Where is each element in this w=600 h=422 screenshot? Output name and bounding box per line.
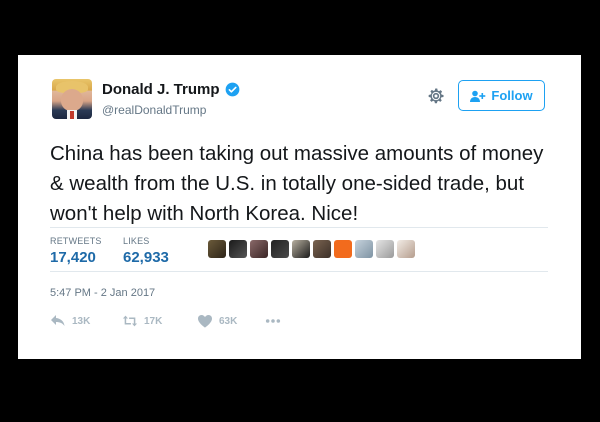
liker-avatar[interactable] [229,240,247,258]
more-action[interactable] [265,318,281,324]
reply-count: 13K [72,315,91,327]
retweet-icon [122,315,138,327]
retweets-count: 17,420 [50,249,96,266]
liker-avatar[interactable] [208,240,226,258]
liker-avatar[interactable] [397,240,415,258]
follow-button-label: Follow [491,88,533,103]
more-icon [265,319,281,323]
tweet-card: Donald J. Trump @realDonaldTrump Follow … [18,55,581,359]
liker-avatar[interactable] [334,240,352,258]
author-name-row[interactable]: Donald J. Trump [102,81,240,98]
liker-avatar[interactable] [376,240,394,258]
divider-top [50,227,548,228]
retweets-label: RETWEETS [50,236,102,246]
avatar-face [61,89,83,111]
liker-avatars [208,240,415,258]
heart-icon [198,315,212,328]
likes-stat[interactable]: LIKES 62,933 [123,236,169,266]
liker-avatar[interactable] [250,240,268,258]
retweet-count: 17K [144,315,163,327]
like-count: 63K [219,315,238,327]
avatar[interactable] [52,79,92,119]
tweet-actions: 13K 17K 63K [50,314,281,328]
liker-avatar[interactable] [292,240,310,258]
author-handle[interactable]: @realDonaldTrump [102,103,206,117]
follow-button[interactable]: Follow [458,80,545,111]
divider-bottom [50,271,548,272]
retweet-action[interactable]: 17K [122,314,197,328]
add-user-icon [470,90,486,102]
tweet-timestamp[interactable]: 5:47 PM - 2 Jan 2017 [50,287,155,299]
reply-icon [51,315,65,326]
likes-label: LIKES [123,236,150,246]
verified-badge-icon [225,82,239,97]
reply-action[interactable]: 13K [50,314,122,328]
tweet-text: China has been taking out massive amount… [50,142,544,225]
author-display-name[interactable]: Donald J. Trump [102,81,220,98]
liker-avatar[interactable] [313,240,331,258]
likes-count: 62,933 [123,249,169,266]
gear-icon[interactable] [426,86,446,106]
liker-avatar[interactable] [355,240,373,258]
like-action[interactable]: 63K [197,314,265,328]
liker-avatar[interactable] [271,240,289,258]
retweets-stat[interactable]: RETWEETS 17,420 [50,236,102,266]
avatar-tie [70,111,74,119]
